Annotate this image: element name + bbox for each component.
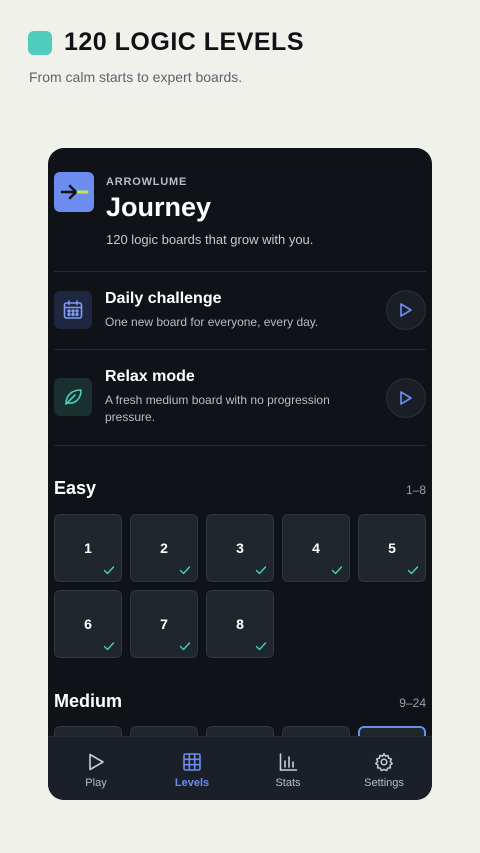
app-logo-icon xyxy=(54,172,94,212)
page-title: Journey xyxy=(106,192,212,222)
section-range-easy: 1–8 xyxy=(405,483,426,497)
relax-mode-card[interactable]: Relax mode A fresh medium board with no … xyxy=(54,350,426,446)
bottom-nav: Play Levels Stats Settings xyxy=(48,736,432,800)
nav-item-stats[interactable]: Stats xyxy=(240,737,336,800)
section-title-medium: Medium xyxy=(54,691,123,711)
level-number: 8 xyxy=(236,616,244,632)
check-icon xyxy=(179,566,191,575)
check-icon xyxy=(255,642,267,651)
daily-play-button[interactable] xyxy=(386,290,426,330)
leaf-icon xyxy=(54,378,92,416)
promo-title-row: 120 LOGIC LEVELS xyxy=(28,28,468,57)
relax-play-button[interactable] xyxy=(386,378,426,418)
relax-mode-title: Relax mode xyxy=(105,368,195,385)
level-number: 2 xyxy=(160,540,168,556)
level-tile[interactable]: 3 xyxy=(206,514,274,582)
level-tile[interactable]: 4 xyxy=(282,514,350,582)
level-tile[interactable]: 5 xyxy=(358,514,426,582)
play-icon xyxy=(400,303,412,317)
check-icon xyxy=(407,566,419,575)
page-tagline: 120 logic boards that grow with you. xyxy=(106,232,314,247)
check-icon xyxy=(103,642,115,651)
relax-mode-desc: A fresh medium board with no progression… xyxy=(105,393,330,424)
level-tile[interactable]: 8 xyxy=(206,590,274,658)
level-tile[interactable]: 6 xyxy=(54,590,122,658)
medium-section-header: Medium 9–24 xyxy=(54,691,426,712)
phone-screen: ARROWLUME Journey 120 logic boards that … xyxy=(48,148,432,800)
brand-name: ARROWLUME xyxy=(106,176,188,188)
level-number: 5 xyxy=(388,540,396,556)
journey-header: ARROWLUME Journey 120 logic boards that … xyxy=(54,148,426,272)
check-icon xyxy=(179,642,191,651)
level-number: 7 xyxy=(160,616,168,632)
nav-label-play: Play xyxy=(85,777,107,789)
grid-icon xyxy=(181,751,203,773)
play-icon xyxy=(400,391,412,405)
level-number: 4 xyxy=(312,540,320,556)
promo-badge xyxy=(28,30,52,55)
section-title-easy: Easy xyxy=(54,478,97,498)
nav-item-levels[interactable]: Levels xyxy=(144,737,240,800)
nav-label-stats: Stats xyxy=(275,777,301,789)
calendar-icon xyxy=(54,291,92,329)
check-icon xyxy=(103,566,115,575)
daily-challenge-desc: One new board for everyone, every day. xyxy=(105,315,319,329)
play-icon xyxy=(85,751,107,773)
bar-chart-icon xyxy=(277,751,299,773)
daily-challenge-card[interactable]: Daily challenge One new board for everyo… xyxy=(54,272,426,350)
nav-item-play[interactable]: Play xyxy=(48,737,144,800)
level-tile[interactable]: 1 xyxy=(54,514,122,582)
nav-item-settings[interactable]: Settings xyxy=(336,737,432,800)
easy-level-grid: 1 2 3 4 5 6 7 8 xyxy=(54,514,426,658)
easy-section-header: Easy 1–8 xyxy=(54,478,426,499)
level-number: 3 xyxy=(236,540,244,556)
level-tile[interactable]: 7 xyxy=(130,590,198,658)
level-number: 1 xyxy=(84,540,92,556)
level-tile[interactable]: 2 xyxy=(130,514,198,582)
check-icon xyxy=(255,566,267,575)
promo-title: 120 LOGIC LEVELS xyxy=(64,28,305,56)
gear-icon xyxy=(373,751,395,773)
promo-subtitle: From calm starts to expert boards. xyxy=(29,69,243,85)
section-range-medium: 9–24 xyxy=(399,696,426,710)
promo-header: 120 LOGIC LEVELS From calm starts to exp… xyxy=(28,28,468,85)
nav-label-settings: Settings xyxy=(364,777,404,789)
daily-challenge-title: Daily challenge xyxy=(105,290,222,307)
nav-label-levels: Levels xyxy=(174,777,210,789)
check-icon xyxy=(331,566,343,575)
level-number: 6 xyxy=(84,616,92,632)
